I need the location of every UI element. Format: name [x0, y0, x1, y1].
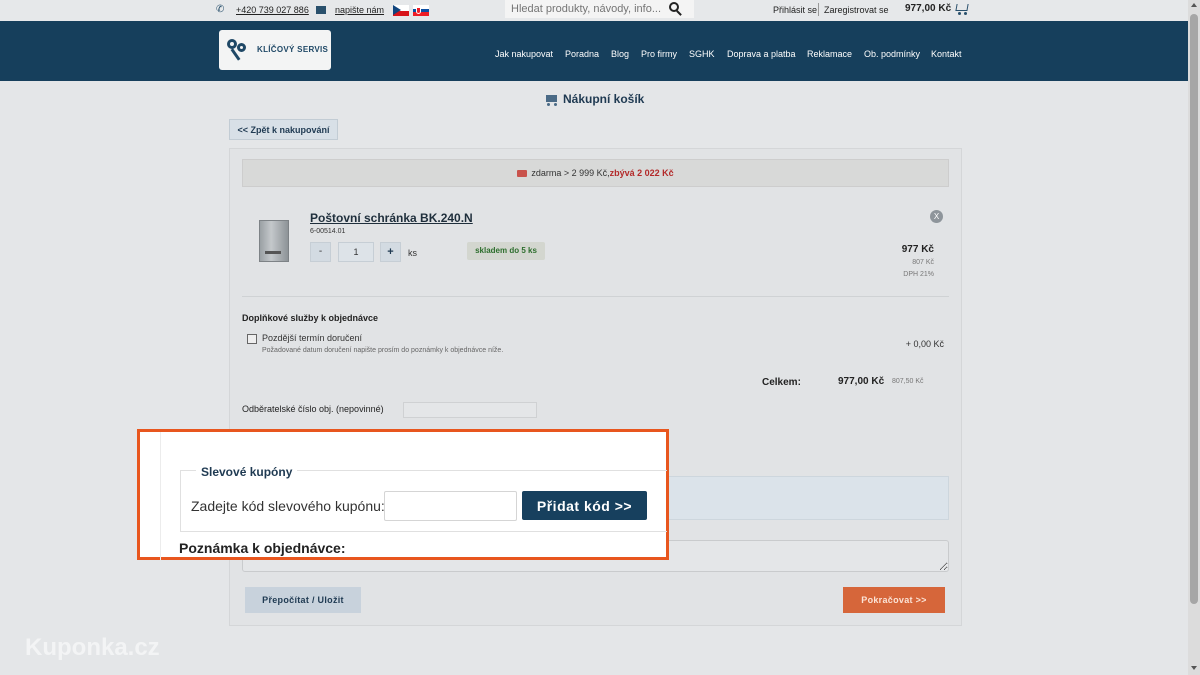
- nav-blog[interactable]: Blog: [611, 49, 629, 59]
- cart-total[interactable]: 977,00 Kč: [905, 3, 951, 14]
- later-delivery-checkbox[interactable]: [247, 334, 257, 344]
- product-code: 6-00514.01: [310, 228, 346, 235]
- vat-label: DPH 21%: [903, 271, 934, 278]
- later-delivery-note: Požadované datum doručení napište prosím…: [262, 347, 504, 354]
- logo[interactable]: KLÍČOVÝ SERVIS: [219, 30, 331, 70]
- main-header: KLÍČOVÝ SERVIS Jak nakupovat Poradna Blo…: [0, 21, 1188, 81]
- coupon-section-backdrop: [668, 476, 949, 520]
- cart-icon[interactable]: [953, 2, 969, 16]
- czech-flag-icon[interactable]: [393, 5, 409, 16]
- recalculate-button[interactable]: Přepočítat / Uložit: [245, 587, 361, 613]
- later-delivery-price: + 0,00 Kč: [905, 339, 944, 349]
- divider: [242, 296, 949, 297]
- free-shipping-bar: zdarma > 2 999 Kč,zbývá 2 022 Kč: [242, 159, 949, 187]
- scroll-down-icon[interactable]: [1191, 666, 1197, 670]
- qty-plus-button[interactable]: +: [380, 242, 401, 262]
- qty-minus-button[interactable]: -: [310, 242, 331, 262]
- coupon-label: Zadejte kód slevového kupónu:: [191, 498, 385, 514]
- nav-for-companies[interactable]: Pro firmy: [641, 49, 677, 59]
- email-link[interactable]: napište nám: [335, 5, 384, 15]
- nav-how-to-buy[interactable]: Jak nakupovat: [495, 49, 553, 59]
- order-number-input[interactable]: [403, 402, 537, 418]
- truck-icon: [517, 170, 528, 177]
- order-note-heading: Poznámka k objednávce:: [179, 540, 346, 556]
- scrollbar[interactable]: [1188, 0, 1200, 675]
- keys-icon: [225, 37, 251, 63]
- top-bar: ✆ +420 739 027 886 napište nám Přihlásit…: [0, 0, 1188, 21]
- search-input[interactable]: [505, 0, 665, 18]
- nav-contact[interactable]: Kontakt: [931, 49, 962, 59]
- nav-complaints[interactable]: Reklamace: [807, 49, 852, 59]
- search-icon[interactable]: [669, 2, 683, 16]
- total-net: 807,50 Kč: [892, 378, 924, 385]
- shipping-remaining: zbývá 2 022 Kč: [609, 168, 674, 178]
- nav-shipping-payment[interactable]: Doprava a platba: [727, 49, 796, 59]
- coupon-highlight: Slevové kupóny Zadejte kód slevového kup…: [137, 429, 669, 560]
- quantity-input[interactable]: [338, 242, 374, 262]
- product-image[interactable]: [255, 217, 295, 267]
- divider: [818, 3, 819, 16]
- nav-sghk[interactable]: SGHK: [689, 49, 715, 59]
- item-price-net: 807 Kč: [912, 259, 934, 266]
- login-link[interactable]: Přihlásit se: [773, 5, 817, 15]
- envelope-icon: [316, 6, 326, 14]
- stock-badge: skladem do 5 ks: [467, 242, 545, 260]
- nav-advice[interactable]: Poradna: [565, 49, 599, 59]
- nav-terms[interactable]: Ob. podmínky: [864, 49, 920, 59]
- coupon-legend: Slevové kupóny: [196, 465, 298, 479]
- services-title: Doplňkové služby k objednávce: [242, 313, 379, 323]
- scrollbar-thumb[interactable]: [1190, 14, 1198, 604]
- divider: [160, 432, 161, 560]
- search-box: [505, 0, 694, 18]
- watermark: Kuponka.cz: [25, 634, 160, 661]
- coupon-code-input[interactable]: [384, 491, 517, 521]
- add-coupon-button[interactable]: Přidat kód >>: [522, 491, 647, 520]
- scroll-up-icon[interactable]: [1191, 3, 1197, 7]
- qty-unit: ks: [408, 248, 417, 258]
- back-to-shopping-button[interactable]: << Zpět k nakupování: [229, 119, 338, 140]
- page-title: Nákupní košík: [563, 92, 645, 106]
- total-value: 977,00 Kč: [838, 376, 885, 387]
- logo-text: KLÍČOVÝ SERVIS: [257, 45, 329, 54]
- continue-button[interactable]: Pokračovat >>: [843, 587, 945, 613]
- later-delivery-label[interactable]: Pozdější termín doručení: [262, 333, 362, 343]
- product-name[interactable]: Poštovní schránka BK.240.N: [310, 211, 473, 225]
- remove-item-button[interactable]: X: [930, 210, 943, 223]
- phone-link[interactable]: +420 739 027 886: [236, 5, 309, 15]
- slovak-flag-icon[interactable]: [413, 5, 429, 16]
- shipping-text: zdarma > 2 999 Kč,: [531, 168, 610, 178]
- total-label: Celkem:: [762, 377, 801, 388]
- item-price: 977 Kč: [901, 244, 934, 255]
- phone-icon: ✆: [216, 4, 225, 15]
- register-link[interactable]: Zaregistrovat se: [824, 5, 889, 15]
- order-number-label: Odběratelské číslo obj. (nepovinné): [242, 404, 384, 414]
